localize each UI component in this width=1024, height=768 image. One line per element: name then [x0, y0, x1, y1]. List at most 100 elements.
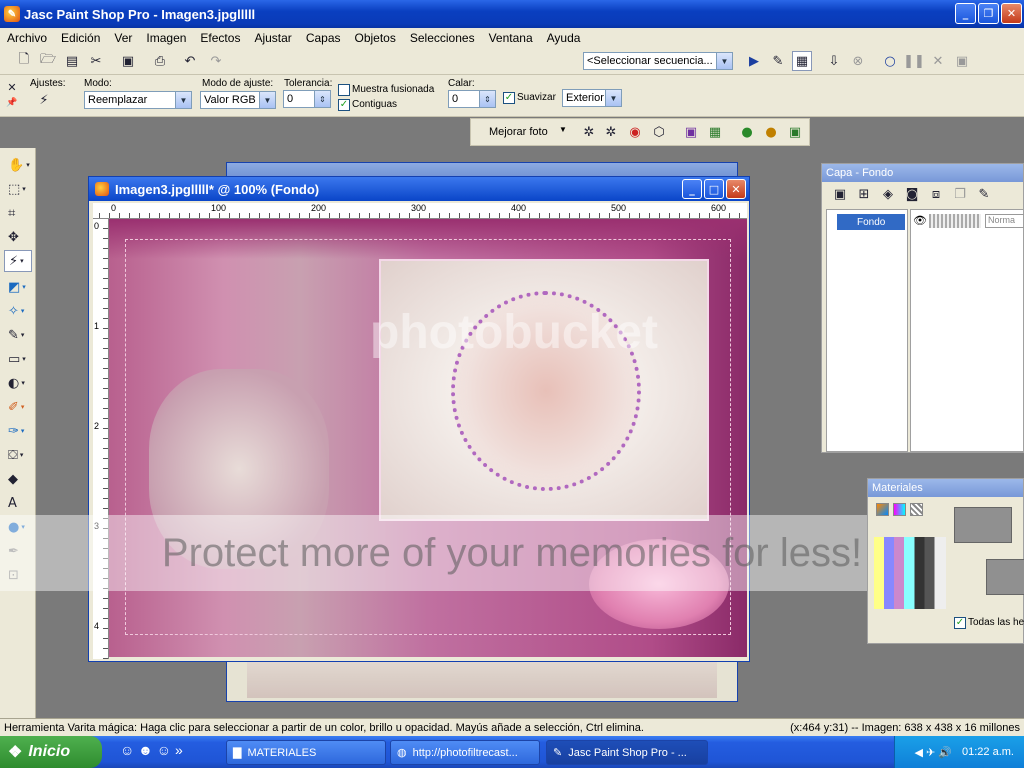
record-icon[interactable]: ○ — [880, 51, 900, 71]
crop-tool-icon[interactable]: ⌗ — [4, 202, 32, 224]
clone-tool-icon[interactable]: ◩ ▾ — [4, 276, 32, 298]
edit-layer-icon[interactable]: ✎ — [974, 184, 994, 204]
magic-wand-tool-icon[interactable]: ⚡ ▾ — [4, 250, 32, 272]
visibility-eye-icon[interactable]: 👁 — [913, 214, 927, 227]
image-close-button[interactable]: ✕ — [726, 179, 746, 199]
restore-button[interactable]: ❐ — [978, 3, 999, 24]
red-eye-icon[interactable]: ◉ — [625, 122, 645, 142]
close-button[interactable]: ✕ — [1001, 3, 1022, 24]
magic-wand-preset-icon[interactable]: ⚡ — [34, 90, 54, 110]
tolerancia-input[interactable]: 0 ⇕ — [283, 90, 331, 108]
stop-script-icon[interactable]: ⊗ — [848, 51, 868, 71]
menu-ventana[interactable]: Ventana — [482, 31, 540, 45]
group-layer-icon[interactable]: ⧈ — [926, 184, 946, 204]
menu-ver[interactable]: Ver — [107, 31, 139, 45]
muestra-fusionada-checkbox[interactable] — [338, 84, 350, 96]
brush-tool-icon[interactable]: ✎ ▾ — [4, 324, 32, 346]
menu-efectos[interactable]: Efectos — [193, 31, 247, 45]
menu-ajustar[interactable]: Ajustar — [247, 31, 298, 45]
person-icon[interactable]: ● — [737, 122, 757, 142]
menu-edicion[interactable]: Edición — [54, 31, 107, 45]
new-vector-layer-icon[interactable]: ⊞ — [854, 184, 874, 204]
tray-icons[interactable]: ◀ ✈ 🔊 — [915, 746, 953, 759]
mejorar-foto-button[interactable]: Mejorar foto — [489, 126, 548, 138]
taskbar-item-paintshop[interactable]: ✎ Jasc Paint Shop Pro - ... — [546, 740, 708, 765]
landscape-icon[interactable]: ▦ — [705, 122, 725, 142]
redo-icon[interactable]: ↷ — [206, 51, 226, 71]
scissors-icon[interactable]: ✂ — [86, 51, 106, 71]
selection-tool-icon[interactable]: ⬚ ▾ — [4, 178, 32, 200]
text-tool-icon[interactable]: A — [4, 492, 32, 514]
undo-icon[interactable]: ↶ — [180, 51, 200, 71]
open-file-icon[interactable]: 🗁 — [38, 51, 58, 71]
menu-selecciones[interactable]: Selecciones — [403, 31, 482, 45]
contiguas-checkbox[interactable]: ✓ — [338, 99, 350, 111]
person-2-icon[interactable]: ● — [761, 122, 781, 142]
taskbar-item-materiales[interactable]: ▇ MATERIALES — [226, 740, 386, 765]
app-icon[interactable]: ✎ — [4, 6, 20, 22]
quicklaunch-icons[interactable]: ☺ ☻ ☺ » — [120, 742, 183, 758]
pause-icon[interactable]: ❚❚ — [903, 51, 925, 71]
pin-icon[interactable]: 📌 — [2, 93, 22, 113]
browse-icon[interactable]: ▤ — [62, 51, 82, 71]
save-icon[interactable]: ▣ — [118, 51, 138, 71]
modo-ajuste-select[interactable]: Valor RGB ▼ — [200, 91, 276, 109]
script-select[interactable]: <Seleccionar secuencia... ▼ — [583, 52, 733, 70]
save-record-icon[interactable]: ▣ — [952, 51, 972, 71]
vertical-ruler: 0 1 2 3 4 — [93, 219, 109, 659]
color-replacer-icon[interactable]: ◆ — [4, 468, 32, 490]
foreground-color-swatch[interactable] — [954, 507, 1012, 543]
fill-tool-icon[interactable]: ⛋ ▾ — [4, 444, 32, 466]
frame-tab-icon[interactable] — [876, 503, 889, 516]
script-window-icon[interactable]: ▦ — [792, 51, 812, 71]
menu-imagen[interactable]: Imagen — [139, 31, 193, 45]
menu-archivo[interactable]: Archivo — [0, 31, 54, 45]
menu-capas[interactable]: Capas — [299, 31, 348, 45]
modo-select[interactable]: Reemplazar ▼ — [84, 91, 192, 109]
opacity-slider[interactable] — [929, 214, 981, 228]
todas-herramientas-checkbox[interactable]: ✓ — [954, 617, 966, 629]
new-file-icon[interactable]: 🗋 — [14, 51, 34, 71]
blend-mode-select[interactable]: Norma — [985, 214, 1024, 228]
calar-input[interactable]: 0 ⇕ — [448, 90, 496, 108]
adjust-layer-icon[interactable]: ◈ — [878, 184, 898, 204]
portrait-icon[interactable]: ▣ — [681, 122, 701, 142]
image-maximize-button[interactable]: □ — [704, 179, 724, 199]
suavizar-checkbox[interactable]: ✓ — [503, 92, 515, 104]
eraser-tool-icon[interactable]: ✐ ▾ — [4, 396, 32, 418]
photo-frame-icon[interactable]: ▣ — [785, 122, 805, 142]
load-script-icon[interactable]: ⇩ — [824, 51, 844, 71]
spinner-icon[interactable]: ⇕ — [314, 91, 330, 107]
dodge-tool-icon[interactable]: ◐ ▾ — [4, 372, 32, 394]
color-palette-grid[interactable] — [874, 537, 946, 609]
image-canvas[interactable] — [109, 219, 747, 657]
move-tool-icon[interactable]: ✥ — [4, 226, 32, 248]
background-color-swatch[interactable] — [986, 559, 1024, 595]
edit-script-icon[interactable]: ✎ — [768, 51, 788, 71]
watermark-logo: photobucket — [370, 306, 658, 359]
image-minimize-button[interactable]: _ — [682, 179, 702, 199]
run-script-icon[interactable]: ▶ — [744, 51, 764, 71]
new-raster-layer-icon[interactable]: ▣ — [830, 184, 850, 204]
suavizar-mode-select[interactable]: Exterior ▼ — [562, 89, 622, 107]
duplicate-layer-icon[interactable]: ❐ — [950, 184, 970, 204]
dropper-tool-icon[interactable]: ✧ ▾ — [4, 300, 32, 322]
menu-objetos[interactable]: Objetos — [348, 31, 403, 45]
spinner-icon[interactable]: ⇕ — [479, 91, 495, 107]
start-button[interactable]: ❖ Inicio — [0, 736, 102, 768]
rainbow-tab-icon[interactable] — [893, 503, 906, 516]
auto-fix-2-icon[interactable]: ✲ — [601, 122, 621, 142]
taskbar-item-browser[interactable]: ◍ http://photofiltrecast... — [390, 740, 540, 765]
mask-layer-icon[interactable]: ◙ — [902, 184, 922, 204]
cancel-record-icon[interactable]: ✕ — [928, 51, 948, 71]
swatches-tab-icon[interactable] — [910, 503, 923, 516]
pan-tool-icon[interactable]: ✋ ▾ — [4, 154, 32, 176]
clone-brush-icon[interactable]: ▭ ▾ — [4, 348, 32, 370]
print-icon[interactable]: ⎙ — [150, 51, 170, 71]
layer-item-fondo[interactable]: Fondo — [837, 214, 905, 230]
menu-ayuda[interactable]: Ayuda — [540, 31, 588, 45]
auto-fix-icon[interactable]: ✲ — [579, 122, 599, 142]
picture-tube-icon[interactable]: ✑ ▾ — [4, 420, 32, 442]
minimize-button[interactable]: _ — [955, 3, 976, 24]
cube-icon[interactable]: ⬡ — [649, 122, 669, 142]
